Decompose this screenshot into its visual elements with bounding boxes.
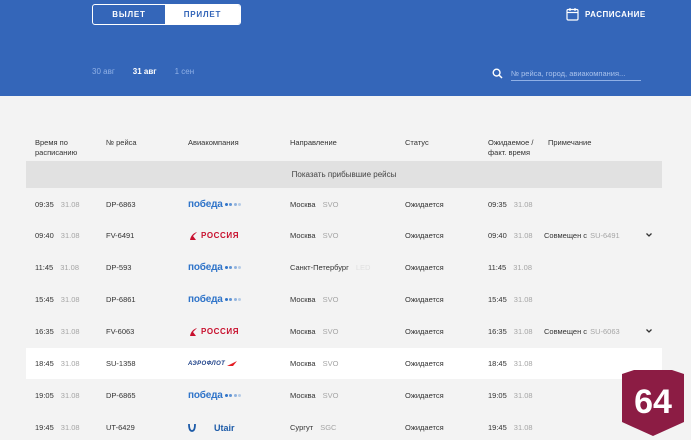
table-row[interactable]: 16:35 31.08 FV-6063 РОССИЯ Москва SVO Ожид… xyxy=(26,316,662,347)
note: Совмещен с SU-6491 xyxy=(544,231,620,240)
airline-logo: победа xyxy=(188,284,242,315)
chevron-down-icon[interactable] xyxy=(645,231,653,241)
scheduled-time: 09:40 31.08 xyxy=(35,231,80,240)
col-expected: Ожидаемое / факт. время xyxy=(488,138,534,157)
tab-departure[interactable]: ВЫЛЕТ xyxy=(93,5,165,24)
expected-time: 19:45 31.08 xyxy=(488,423,533,432)
direction: Москва SVO xyxy=(290,200,339,209)
rossiya-logo: РОССИЯ xyxy=(188,327,239,337)
scheduled-time: 18:45 31.08 xyxy=(35,359,80,368)
direction: Москва SVO xyxy=(290,231,339,240)
rossiya-logo: РОССИЯ xyxy=(188,231,239,241)
search-icon xyxy=(492,66,503,84)
status: Ожидается xyxy=(405,423,444,432)
tab-arrival[interactable]: ПРИЛЕТ xyxy=(165,5,240,24)
status: Ожидается xyxy=(405,327,444,336)
col-note: Примечание xyxy=(548,138,592,147)
direction: Москва SVO xyxy=(290,327,339,336)
badge-text: 64 xyxy=(634,383,672,421)
col-flight: № рейса xyxy=(106,138,137,147)
date-tab-next[interactable]: 1 сен xyxy=(175,67,195,76)
header: ВЫЛЕТ ПРИЛЕТ РАСПИСАНИЕ 30 авг 31 авг 1 … xyxy=(0,0,691,96)
table-row[interactable]: 09:35 31.08 DP-6863 победа Москва SVO Ожид… xyxy=(26,189,662,220)
pobeda-logo: победа xyxy=(188,390,242,401)
show-arrived-button[interactable]: Показать прибывшие рейсы xyxy=(26,161,662,188)
airline-logo: РОССИЯ xyxy=(188,316,239,347)
status: Ожидается xyxy=(405,359,444,368)
flight-number: DP-6861 xyxy=(106,295,136,304)
table-row[interactable]: 09:40 31.08 FV-6491 РОССИЯ Москва SVO Ожид… xyxy=(26,220,662,251)
search-input[interactable]: № рейса, город, авиакомпания... xyxy=(511,69,641,81)
airline-logo: победа xyxy=(188,380,242,411)
airline-logo: РОССИЯ xyxy=(188,220,239,251)
airline-logo: Utair xyxy=(188,412,235,440)
scheduled-time: 19:05 31.08 xyxy=(35,391,80,400)
aeroflot-logo: АЭРОФЛОТ xyxy=(188,360,238,367)
date-tab-prev[interactable]: 30 авг xyxy=(92,67,115,76)
schedule-label: РАСПИСАНИЕ xyxy=(585,9,646,19)
utair-logo: Utair xyxy=(188,423,235,433)
expected-time: 15:45 31.08 xyxy=(488,295,533,304)
direction: Москва SVO xyxy=(290,359,339,368)
table-row[interactable]: 19:45 31.08 UT-6429 Utair Сургут SGC Ожида… xyxy=(26,412,662,440)
status: Ожидается xyxy=(405,231,444,240)
table-row[interactable]: 15:45 31.08 DP-6861 победа Москва SVO Ожид… xyxy=(26,284,662,315)
calendar-icon xyxy=(566,7,579,21)
scheduled-time: 09:35 31.08 xyxy=(35,200,80,209)
flight-number: DP-6865 xyxy=(106,391,136,400)
airline-logo: АЭРОФЛОТ xyxy=(188,348,238,379)
col-scheduled: Время по расписанию xyxy=(35,138,78,157)
airline-logo: победа xyxy=(188,252,242,283)
pobeda-logo: победа xyxy=(188,262,242,273)
table-header: Время по расписанию № рейса Авиакомпания… xyxy=(0,130,691,160)
col-airline: Авиакомпания xyxy=(188,138,239,147)
schedule-link[interactable]: РАСПИСАНИЕ xyxy=(566,6,646,22)
scheduled-time: 16:35 31.08 xyxy=(35,327,80,336)
flight-number: DP-593 xyxy=(106,263,132,272)
badge-64: 64 xyxy=(622,370,684,436)
table-row[interactable]: 18:45 31.08 SU-1358 АЭРОФЛОТ Москва SVO Ож… xyxy=(26,348,662,379)
pobeda-logo: победа xyxy=(188,199,242,210)
expected-time: 11:45 31.08 xyxy=(488,263,532,272)
date-tab-current[interactable]: 31 авг xyxy=(133,67,157,76)
flight-number: FV-6491 xyxy=(106,231,135,240)
chevron-down-icon[interactable] xyxy=(645,327,653,337)
flight-number: SU-1358 xyxy=(106,359,136,368)
date-tabs: 30 авг 31 авг 1 сен xyxy=(92,67,212,76)
scheduled-time: 15:45 31.08 xyxy=(35,295,80,304)
note: Совмещен с SU-6063 xyxy=(544,327,620,336)
expected-time: 19:05 31.08 xyxy=(488,391,533,400)
table-row[interactable]: 11:45 31.08 DP-593 победа Санкт-Петербург… xyxy=(26,252,662,283)
scheduled-time: 19:45 31.08 xyxy=(35,423,80,432)
direction: Москва SVO xyxy=(290,295,339,304)
search-box: № рейса, город, авиакомпания... xyxy=(492,66,641,84)
status: Ожидается xyxy=(405,200,444,209)
direction: Сургут SGC xyxy=(290,423,337,432)
expected-time: 16:35 31.08 xyxy=(488,327,533,336)
scheduled-time: 11:45 31.08 xyxy=(35,263,79,272)
status: Ожидается xyxy=(405,391,444,400)
table-row[interactable]: 19:05 31.08 DP-6865 победа Москва SVO Ожид… xyxy=(26,380,662,411)
col-status: Статус xyxy=(405,138,429,147)
direction: Санкт-Петербург LED xyxy=(290,263,371,272)
flight-number: UT-6429 xyxy=(106,423,135,432)
status: Ожидается xyxy=(405,295,444,304)
pobeda-logo: победа xyxy=(188,294,242,305)
flight-number: DP-6863 xyxy=(106,200,136,209)
direction: Москва SVO xyxy=(290,391,339,400)
col-direction: Направление xyxy=(290,138,337,147)
flight-number: FV-6063 xyxy=(106,327,135,336)
expected-time: 09:40 31.08 xyxy=(488,231,533,240)
expected-time: 18:45 31.08 xyxy=(488,359,533,368)
airline-logo: победа xyxy=(188,189,242,220)
direction-switch: ВЫЛЕТ ПРИЛЕТ xyxy=(92,4,241,25)
expected-time: 09:35 31.08 xyxy=(488,200,533,209)
status: Ожидается xyxy=(405,263,444,272)
